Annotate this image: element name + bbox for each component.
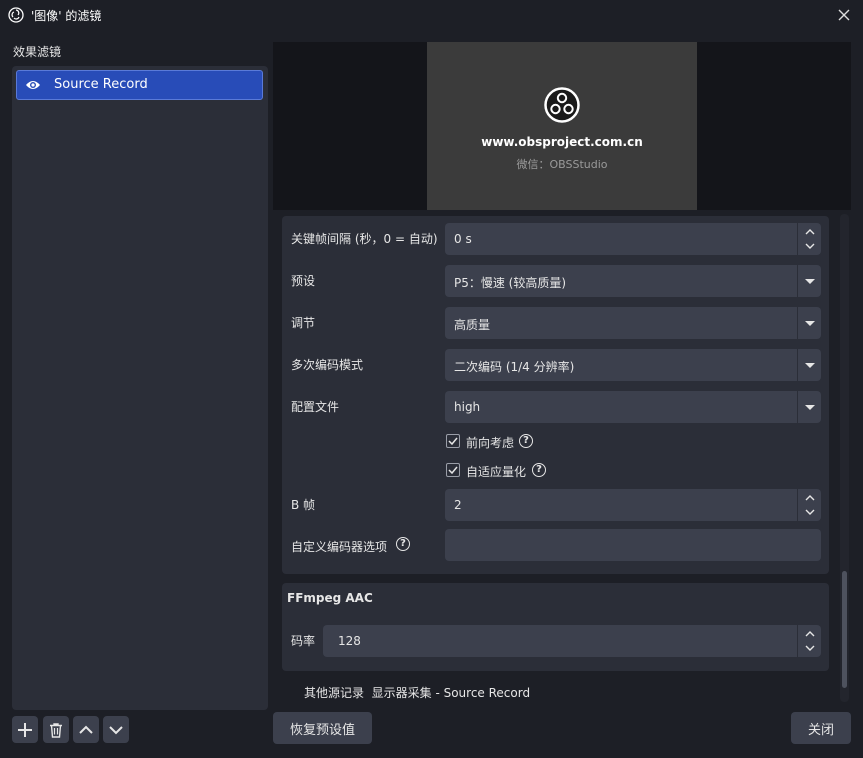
title-bar: '图像' 的滤镜: [0, 0, 863, 30]
move-filter-down-button[interactable]: [103, 716, 129, 743]
profile-select[interactable]: high: [445, 391, 821, 423]
chevron-down-icon: [109, 725, 123, 734]
multipass-select[interactable]: 二次编码 (1/4 分辨率): [445, 349, 821, 381]
profile-label: 配置文件: [291, 400, 340, 414]
adaptive-quantization-checkbox[interactable]: [446, 463, 460, 477]
settings-scroll-area[interactable]: 关键帧间隔 (秒，0 = 自动) 0 s 预设 P5：慢速 (较高质量) 调节 …: [273, 214, 851, 706]
bitrate-spinbox[interactable]: 128: [323, 625, 821, 657]
filter-item-source-record[interactable]: Source Record: [16, 70, 263, 100]
tuning-select[interactable]: 高质量: [445, 307, 821, 339]
preview-image: www.obsproject.com.cn 微信：OBSStudio: [427, 42, 697, 210]
reset-defaults-button[interactable]: 恢复预设值: [273, 712, 372, 744]
multipass-label: 多次编码模式: [291, 358, 364, 372]
effect-filters-label: 效果滤镜: [13, 45, 62, 59]
adaptive-quantization-label: 自适应量化: [466, 465, 527, 479]
multipass-dropdown[interactable]: [797, 349, 821, 381]
trash-icon: [50, 722, 62, 738]
checkmark-icon: [448, 437, 458, 446]
remove-filter-button[interactable]: [43, 716, 69, 743]
filter-list: Source Record: [12, 66, 268, 710]
spin-up-icon[interactable]: [804, 493, 816, 503]
window-title: '图像' 的滤镜: [31, 9, 102, 23]
help-icon[interactable]: ?: [396, 537, 410, 551]
obs-logo-icon: [8, 7, 24, 23]
spin-up-icon[interactable]: [804, 227, 816, 237]
close-button[interactable]: 关闭: [791, 712, 851, 744]
bitrate-label: 码率: [291, 634, 316, 648]
keyframe-interval-value: 0 s: [454, 232, 472, 246]
multipass-value: 二次编码 (1/4 分辨率): [454, 360, 575, 374]
preset-select[interactable]: P5：慢速 (较高质量): [445, 265, 821, 297]
tuning-label: 调节: [291, 316, 316, 330]
help-icon[interactable]: ?: [519, 434, 533, 448]
spin-down-icon[interactable]: [804, 241, 816, 251]
close-window-button[interactable]: [833, 4, 855, 26]
bitrate-value: 128: [338, 634, 361, 648]
preview-wechat-text: 微信：OBSStudio: [516, 158, 608, 171]
add-filter-button[interactable]: [12, 716, 38, 743]
source-preview: www.obsproject.com.cn 微信：OBSStudio: [273, 42, 851, 210]
preset-value: P5：慢速 (较高质量): [454, 276, 567, 290]
spin-down-icon[interactable]: [804, 507, 816, 517]
plus-icon: [18, 722, 32, 737]
filter-item-label: Source Record: [54, 77, 148, 92]
eye-icon[interactable]: [25, 79, 41, 91]
chevron-down-icon: [805, 279, 815, 284]
checkmark-icon: [448, 466, 458, 475]
preset-dropdown[interactable]: [797, 265, 821, 297]
preview-url-text: www.obsproject.com.cn: [481, 135, 643, 149]
lookahead-checkbox[interactable]: [446, 434, 460, 448]
tuning-value: 高质量: [454, 318, 491, 332]
audio-encoder-header: FFmpeg AAC: [287, 591, 373, 605]
obs-logo-icon: [544, 87, 580, 123]
bframes-spinbox[interactable]: 2: [445, 489, 821, 521]
profile-dropdown[interactable]: [797, 391, 821, 423]
scrollbar-thumb[interactable]: [842, 571, 847, 688]
profile-value: high: [454, 400, 481, 414]
tuning-dropdown[interactable]: [797, 307, 821, 339]
bframes-spin-buttons[interactable]: [797, 489, 821, 521]
keyframe-interval-spinbox[interactable]: 0 s: [445, 223, 821, 255]
close-icon: [838, 9, 850, 21]
help-icon[interactable]: ?: [532, 463, 546, 477]
chevron-down-icon: [805, 405, 815, 410]
bitrate-spin-buttons[interactable]: [797, 625, 821, 657]
keyframe-interval-label: 关键帧间隔 (秒，0 = 自动): [291, 232, 438, 246]
spin-up-icon[interactable]: [804, 629, 816, 639]
custom-encoder-options-input[interactable]: [445, 529, 821, 561]
bframes-value: 2: [454, 498, 462, 512]
chevron-down-icon: [805, 321, 815, 326]
move-filter-up-button[interactable]: [73, 716, 99, 743]
chevron-down-icon: [805, 363, 815, 368]
preset-label: 预设: [291, 274, 316, 288]
custom-encoder-options-label: 自定义编码器选项: [291, 540, 388, 554]
bframes-label: B 帧: [291, 498, 316, 512]
chevron-up-icon: [79, 725, 93, 734]
keyframe-spin-buttons[interactable]: [797, 223, 821, 255]
other-source-record-note: 其他源记录 显示器采集 - Source Record: [304, 686, 531, 700]
lookahead-label: 前向考虑: [466, 436, 515, 450]
spin-down-icon[interactable]: [804, 643, 816, 653]
